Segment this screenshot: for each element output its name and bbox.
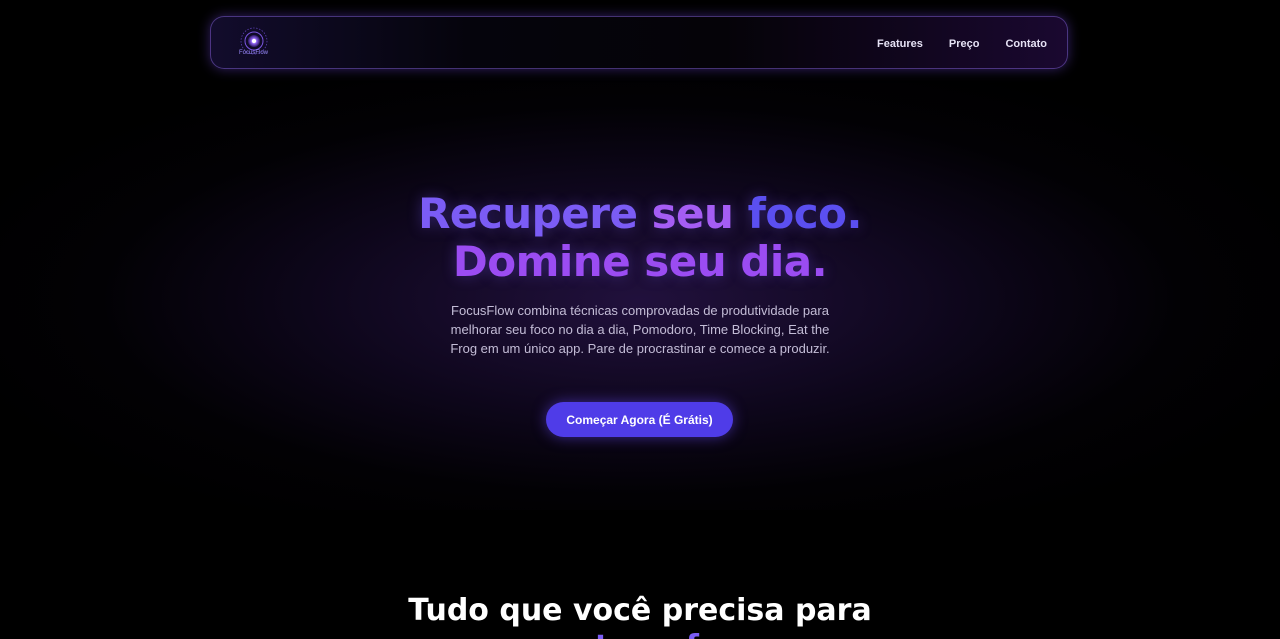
hero-subtitle: FocusFlow combina técnicas comprovadas d… — [450, 303, 830, 356]
nav-link-features[interactable]: Features — [877, 38, 923, 50]
nav-link-contato[interactable]: Contato — [1005, 38, 1047, 50]
features-title-line2: manter o foco — [522, 629, 758, 639]
hero-title-word-recupere: Recupere — [418, 189, 638, 238]
hero-title-word-seu: seu — [651, 189, 734, 238]
nav-links: Features Preço Contato — [877, 17, 1047, 70]
start-now-button[interactable]: Começar Agora (É Grátis) — [546, 402, 733, 437]
logo-text: FocusFlow — [239, 50, 269, 56]
hero-title-line2: Domine seu dia. — [452, 237, 828, 286]
nav-link-preco[interactable]: Preço — [949, 38, 980, 50]
features-title-line1: Tudo que você precisa para — [408, 593, 872, 628]
page: FocusFlow Features Preço Contato Recuper… — [0, 0, 1280, 639]
hero-title: Recupere seu foco. Domine seu dia. — [0, 190, 1280, 286]
features-section-title: Tudo que você precisa para manter o foco — [0, 593, 1280, 639]
hero-background-glow — [0, 70, 1280, 510]
navbar: FocusFlow Features Preço Contato — [210, 16, 1068, 69]
hero-title-word-foco: foco. — [747, 189, 863, 238]
